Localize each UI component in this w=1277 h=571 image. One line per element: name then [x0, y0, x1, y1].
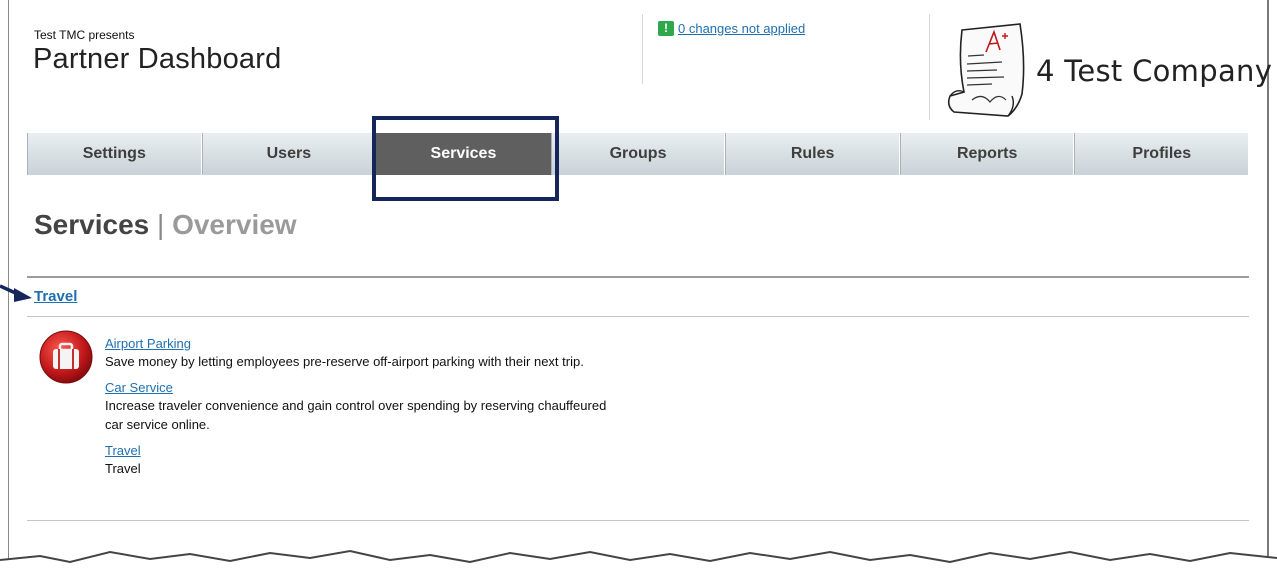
- torn-edge: [0, 549, 1277, 571]
- section-title-sub: Overview: [172, 209, 297, 240]
- pending-changes: ! 0 changes not applied: [658, 21, 805, 36]
- tab-rules[interactable]: Rules: [725, 133, 900, 175]
- company-name: 4 Test Company: [1036, 54, 1273, 88]
- section-title: Services | Overview: [34, 209, 297, 241]
- divider: [27, 520, 1249, 521]
- list-item: Airport Parking Save money by letting em…: [105, 336, 625, 371]
- alert-icon: !: [658, 21, 674, 36]
- service-car-service-link[interactable]: Car Service: [105, 380, 625, 396]
- service-travel-link[interactable]: Travel: [105, 443, 625, 459]
- header-divider: [929, 14, 930, 120]
- brand-presents: Test TMC presents: [34, 28, 135, 42]
- tab-settings[interactable]: Settings: [27, 133, 202, 175]
- services-tab-highlight: [372, 116, 559, 201]
- tab-reports[interactable]: Reports: [899, 133, 1075, 175]
- divider: [27, 276, 1249, 278]
- category-travel-link[interactable]: Travel: [34, 288, 77, 305]
- section-title-separator: |: [149, 209, 173, 240]
- suitcase-icon: [39, 330, 93, 384]
- services-list: Airport Parking Save money by letting em…: [105, 336, 625, 487]
- divider: [27, 316, 1249, 317]
- header-divider: [642, 14, 643, 84]
- changes-not-applied-link[interactable]: 0 changes not applied: [678, 21, 805, 36]
- section-title-main: Services: [34, 209, 150, 240]
- tab-profiles[interactable]: Profiles: [1074, 133, 1250, 175]
- list-item: Car Service Increase traveler convenienc…: [105, 380, 625, 434]
- service-description: Increase traveler convenience and gain c…: [105, 398, 607, 432]
- list-item: Travel Travel: [105, 443, 625, 478]
- tab-groups[interactable]: Groups: [550, 133, 726, 175]
- pointer-arrow-icon: [0, 284, 32, 302]
- service-airport-parking-link[interactable]: Airport Parking: [105, 336, 625, 352]
- main-nav: Settings Users Services Groups Rules Rep…: [27, 133, 1250, 175]
- company-logo-icon: [947, 23, 1025, 117]
- service-description: Travel: [105, 461, 141, 476]
- page-app-title: Partner Dashboard: [33, 43, 282, 75]
- service-description: Save money by letting employees pre-rese…: [105, 354, 584, 369]
- tab-users[interactable]: Users: [201, 133, 377, 175]
